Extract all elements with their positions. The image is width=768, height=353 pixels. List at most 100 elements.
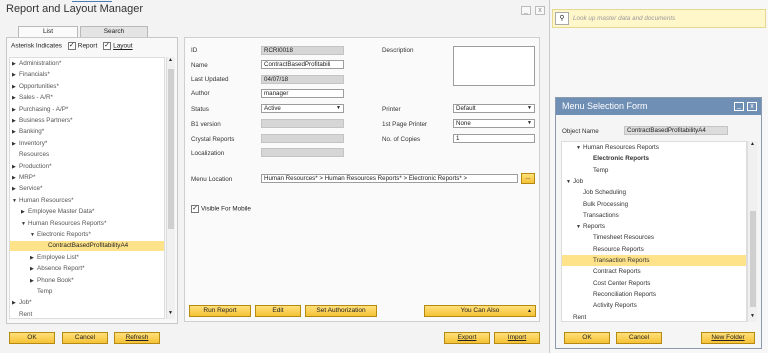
tree-item[interactable]: ▼ Human Resources* (12, 196, 74, 206)
menu-tree-item[interactable]: Electronic Reports (562, 153, 746, 164)
expand-down-icon[interactable]: ▼ (21, 219, 28, 229)
menu-tree-item[interactable]: Reconciliation Reports (562, 289, 746, 300)
menu-tree-item[interactable]: Temp (562, 165, 746, 176)
import-button[interactable]: Import (494, 332, 540, 344)
menu-tree-item[interactable]: Transactions (562, 210, 746, 221)
tree-item[interactable]: ▶ Phone Book* (30, 276, 74, 286)
expand-right-icon[interactable]: ▶ (12, 173, 19, 183)
tree-item[interactable]: ▶ Administration* (12, 59, 61, 69)
tree-item[interactable]: ▼ Human Resources Reports* (21, 219, 106, 229)
ok-button[interactable]: OK (9, 332, 55, 344)
copies-field[interactable]: 1 (453, 134, 535, 143)
tree-item[interactable]: ▶ Sales - A/R* (12, 93, 53, 103)
first-page-printer-dropdown[interactable]: None (453, 119, 535, 128)
report-checkbox[interactable]: ✓ (67, 42, 76, 50)
tree-scrollbar[interactable]: ▲ ▼ (166, 57, 175, 319)
menu-tree-item[interactable]: Transaction Reports (562, 255, 746, 266)
expand-right-icon[interactable]: ▶ (30, 276, 37, 286)
menu-scroll-thumb[interactable] (750, 211, 756, 307)
menu-tree-item[interactable]: Contract Reports (562, 266, 746, 277)
tab-search[interactable]: Search (80, 26, 148, 37)
refresh-button[interactable]: Refresh (114, 332, 160, 344)
edit-button[interactable]: Edit (255, 305, 301, 317)
menu-tree-item[interactable]: Job Scheduling (562, 187, 746, 198)
tree-item[interactable]: Rent (12, 310, 32, 318)
expand-right-icon[interactable]: ▶ (12, 127, 19, 137)
close-button[interactable]: x (535, 6, 545, 15)
tree-item[interactable]: ▶ Inventory* (12, 139, 47, 149)
search-bar[interactable]: ⚲ Look up master data and documents (552, 9, 766, 28)
tree-item[interactable]: ▶ Employee List* (30, 253, 79, 263)
menu-tree-scrollbar[interactable]: ▲ ▼ (747, 141, 757, 322)
tree-item-label: Phone Book* (37, 276, 74, 284)
search-icon[interactable]: ⚲ (555, 12, 569, 25)
menu-tree-item[interactable]: ▼ Human Resources Reports (562, 142, 746, 153)
expand-right-icon[interactable]: ▶ (12, 184, 19, 194)
expand-down-icon[interactable]: ▼ (12, 196, 19, 206)
tree-item[interactable]: ▶ Absence Report* (30, 264, 85, 274)
minimize-button[interactable]: _ (521, 6, 531, 15)
menu-tree-item[interactable]: ▼ Job (562, 176, 746, 187)
tree-item[interactable]: ContractBasedProfitabilityA4 (10, 241, 164, 252)
scroll-down-icon[interactable]: ▼ (168, 310, 173, 316)
set-authorization-button[interactable]: Set Authorization (305, 305, 377, 317)
expand-right-icon[interactable]: ▶ (12, 105, 19, 115)
description-textarea[interactable] (453, 46, 535, 86)
tree-item[interactable]: ▶ Service* (12, 184, 42, 194)
expand-down-icon[interactable]: ▼ (30, 230, 37, 240)
expand-right-icon[interactable]: ▶ (12, 139, 19, 149)
new-folder-button[interactable]: New Folder (701, 332, 755, 344)
tree-item[interactable]: ▶ Opportunities* (12, 82, 59, 92)
run-report-button[interactable]: Run Report (189, 305, 251, 317)
expand-right-icon[interactable]: ▶ (12, 82, 19, 92)
menu-tree-item[interactable]: ▼ Reports (562, 221, 746, 232)
menu-cancel-button[interactable]: Cancel (616, 332, 662, 344)
tree-item[interactable]: ▶ Banking* (12, 127, 44, 137)
expand-right-icon[interactable]: ▶ (12, 59, 19, 69)
menu-ok-button[interactable]: OK (564, 332, 610, 344)
menu-location-browse-button[interactable]: ... (521, 173, 535, 184)
tree-item[interactable]: ▶ Business Partners* (12, 116, 73, 126)
scroll-up-icon[interactable]: ▲ (168, 57, 173, 63)
crystal-reports-label: Crystal Reports (191, 136, 235, 143)
tab-list[interactable]: List (18, 26, 78, 37)
tree-item[interactable]: Resources (12, 150, 49, 160)
menu-tree-item[interactable]: Bulk Processing (562, 199, 746, 210)
tree-item[interactable]: ▼ Electronic Reports* (30, 230, 91, 240)
menu-form-close-button[interactable]: x (747, 102, 757, 111)
status-dropdown[interactable]: Active (261, 104, 344, 113)
menu-tree-item[interactable]: Rent (562, 312, 746, 322)
scroll-thumb[interactable] (168, 69, 174, 229)
tree-item[interactable]: ▶ Employee Master Data* (21, 207, 95, 217)
layout-checkbox[interactable]: ✓ (103, 42, 112, 50)
menu-tree-item[interactable]: Resource Reports (562, 244, 746, 255)
tree-item[interactable]: ▶ Purchasing - A/P* (12, 105, 68, 115)
menu-form-minimize-button[interactable]: _ (734, 102, 744, 111)
author-field[interactable]: manager (261, 89, 344, 98)
name-field[interactable]: ContractBasedProfitabili (261, 60, 344, 69)
menu-tree-item[interactable]: Timesheet Resources (562, 232, 746, 243)
menu-tree-item[interactable]: Activity Reports (562, 300, 746, 311)
expand-right-icon[interactable]: ▶ (12, 298, 19, 308)
visible-mobile-checkbox[interactable]: ✓ (191, 205, 199, 213)
expand-right-icon[interactable]: ▶ (21, 207, 28, 217)
tree-item[interactable]: Temp (30, 287, 52, 297)
tree-item[interactable]: ▶ Financials* (12, 70, 50, 80)
cancel-button[interactable]: Cancel (62, 332, 108, 344)
menu-scroll-up-icon[interactable]: ▲ (750, 141, 755, 147)
export-button[interactable]: Export (444, 332, 490, 344)
tree-item[interactable]: ▶ Job* (12, 298, 32, 308)
menu-tree-item[interactable]: Cost Center Reports (562, 278, 746, 289)
expand-right-icon[interactable]: ▶ (12, 162, 19, 172)
printer-dropdown[interactable]: Default (453, 104, 535, 113)
expand-right-icon[interactable]: ▶ (12, 70, 19, 80)
tree-item[interactable]: ▶ Production* (12, 162, 52, 172)
expand-right-icon[interactable]: ▶ (30, 264, 37, 274)
menu-scroll-down-icon[interactable]: ▼ (750, 313, 755, 319)
tree-item[interactable]: ▶ MRP* (12, 173, 35, 183)
expand-right-icon[interactable]: ▶ (12, 93, 19, 103)
expand-right-icon[interactable]: ▶ (30, 253, 37, 263)
you-can-also-button[interactable]: You Can Also ▲ (424, 305, 536, 317)
expand-right-icon[interactable]: ▶ (12, 116, 19, 126)
menu-location-field[interactable]: Human Resources* > Human Resources Repor… (261, 174, 518, 183)
